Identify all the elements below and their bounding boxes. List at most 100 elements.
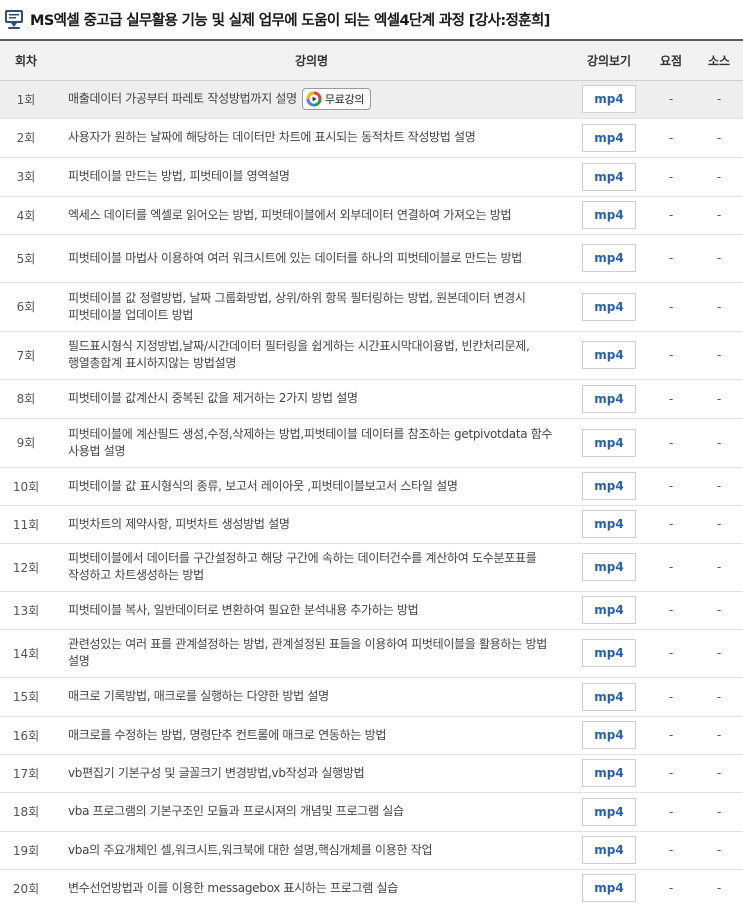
mp4-button[interactable]: mp4 [582,85,636,113]
mp4-button[interactable]: mp4 [582,553,636,581]
mp4-button[interactable]: mp4 [582,384,636,413]
lecture-title: vb편집기 기본구성 및 글꼴크기 변경방법,vb작성과 실행방법 [68,765,365,780]
source-cell: - [695,467,743,506]
mp4-button[interactable]: mp4 [582,682,636,711]
source-cell: - [695,118,743,158]
summary-cell: - [647,792,695,832]
mp4-button[interactable]: mp4 [582,596,636,624]
lecture-number: 18회 [0,792,52,832]
lecture-view-cell: mp4 [571,234,647,283]
mp4-button[interactable]: mp4 [582,428,636,457]
source-cell: - [695,234,743,283]
lecture-title: 사용자가 원하는 날짜에 해당하는 데이터만 차트에 표시되는 동적차트 작성방… [68,130,476,144]
lecture-number: 5회 [0,234,52,283]
source-cell: - [695,831,743,870]
mp4-button[interactable]: mp4 [582,510,636,538]
table-row: 7회 필드표시형식 지정방법,날짜/시간데이터 필터링을 쉽게하는 시간표시막대… [0,331,743,380]
table-row: 8회 피벗테이블 값계산시 중복된 값을 제거하는 2가지 방법 설명 mp4 … [0,379,743,419]
lecture-number: 2회 [0,118,52,158]
mp4-button[interactable]: mp4 [582,721,636,749]
table-row: 15회 매크로 기록방법, 매크로를 실행하는 다양한 방법 설명 mp4 - … [0,677,743,717]
table-row: 3회 피벗테이블 만드는 방법, 피벗테이블 영역설명 mp4 - - [0,157,743,197]
lecture-number: 12회 [0,543,52,592]
lecture-number: 7회 [0,331,52,380]
summary-cell: - [647,869,695,907]
lecture-title-cell: 매크로 기록방법, 매크로를 실행하는 다양한 방법 설명 [52,677,571,717]
source-cell: - [695,418,743,468]
lecture-number: 11회 [0,505,52,544]
source-cell: - [695,379,743,419]
lecture-title: 매크로를 수정하는 방법, 명령단추 컨트롤에 매크로 연동하는 방법 [68,727,387,742]
table-row: 17회 vb편집기 기본구성 및 글꼴크기 변경방법,vb작성과 실행방법 mp… [0,754,743,793]
lecture-title-cell: vb편집기 기본구성 및 글꼴크기 변경방법,vb작성과 실행방법 [52,754,571,793]
table-row: 6회 피벗테이블 값 정렬방법, 날짜 그룹화방법, 상위/하위 항목 필터링하… [0,282,743,332]
source-cell: - [695,282,743,332]
summary-cell: - [647,677,695,717]
lecture-title: 피벗테이블 만드는 방법, 피벗테이블 영역설명 [68,169,290,183]
free-lecture-button[interactable]: 무료강의 [301,88,372,110]
mp4-button[interactable]: mp4 [582,244,636,272]
header-source: 소스 [695,41,743,81]
lecture-number: 15회 [0,677,52,717]
lecture-list: 1회 매출데이터 가공부터 파레토 작성방법까지 설명 무료강의 mp4 - - … [0,80,743,907]
lecture-number: 4회 [0,196,52,235]
lecture-view-cell: mp4 [571,282,647,332]
summary-cell: - [647,118,695,158]
lecture-title: 피벗차트의 제약사항, 피벗차트 생성방법 설명 [68,516,290,531]
lecture-view-cell: mp4 [571,467,647,506]
lecture-number: 17회 [0,754,52,793]
lecture-title-cell: 피벗테이블 복사, 일반데이터로 변환하여 필요한 분석내용 추가하는 방법 [52,591,571,630]
summary-cell: - [647,196,695,235]
mp4-button[interactable]: mp4 [582,201,636,229]
lecture-title-cell: 피벗차트의 제약사항, 피벗차트 생성방법 설명 [52,505,571,544]
lecture-title: vba의 주요개체인 셀,워크시트,워크북에 대한 설명,핵심개체를 이용한 작… [68,842,433,857]
table-row: 1회 매출데이터 가공부터 파레토 작성방법까지 설명 무료강의 mp4 - - [0,80,743,119]
mp4-button[interactable]: mp4 [582,759,636,787]
mp4-button[interactable]: mp4 [582,472,636,500]
lecture-number: 1회 [0,80,52,119]
lecture-title-cell: vba의 주요개체인 셀,워크시트,워크북에 대한 설명,핵심개체를 이용한 작… [52,831,571,870]
lecture-title-cell: 매크로를 수정하는 방법, 명령단추 컨트롤에 매크로 연동하는 방법 [52,716,571,755]
lecture-title-cell: 피벗테이블 값 정렬방법, 날짜 그룹화방법, 상위/하위 항목 필터링하는 방… [52,282,571,332]
lecture-title-cell: 매출데이터 가공부터 파레토 작성방법까지 설명 무료강의 [52,80,571,119]
table-row: 4회 엑세스 데이터를 엑셀로 읽어오는 방법, 피벗테이블에서 외부데이터 연… [0,196,743,235]
lecture-title-cell: 사용자가 원하는 날짜에 해당하는 데이터만 차트에 표시되는 동적차트 작성방… [52,118,571,158]
table-row: 10회 피벗테이블 값 표시형식의 종류, 보고서 레이아웃 ,피벗테이블보고서… [0,467,743,506]
mp4-button[interactable]: mp4 [582,292,636,321]
lecture-view-cell: mp4 [571,418,647,468]
lecture-number: 20회 [0,869,52,907]
mp4-button[interactable]: mp4 [582,836,636,864]
summary-cell: - [647,282,695,332]
lecture-view-cell: mp4 [571,677,647,717]
summary-cell: - [647,331,695,380]
mp4-button[interactable]: mp4 [582,341,636,369]
summary-cell: - [647,418,695,468]
source-cell: - [695,677,743,717]
mp4-button[interactable]: mp4 [582,639,636,667]
mp4-button[interactable]: mp4 [582,123,636,152]
table-header-row: 회차 강의명 강의보기 요점 소스 [0,41,743,81]
source-cell: - [695,196,743,235]
mp4-button[interactable]: mp4 [582,797,636,826]
table-row: 18회 vba 프로그램의 기본구조인 모듈과 프로시져의 개념및 프로그램 실… [0,792,743,832]
lecture-title-cell: 피벗테이블 값계산시 중복된 값을 제거하는 2가지 방법 설명 [52,379,571,419]
lecture-number: 19회 [0,831,52,870]
summary-cell: - [647,591,695,630]
table-row: 11회 피벗차트의 제약사항, 피벗차트 생성방법 설명 mp4 - - [0,505,743,544]
lecture-view-cell: mp4 [571,792,647,832]
mp4-button[interactable]: mp4 [582,162,636,191]
lecture-view-cell: mp4 [571,831,647,870]
lecture-view-cell: mp4 [571,331,647,380]
lecture-table-container: 회차 강의명 강의보기 요점 소스 1회 매출데이터 가공부터 파레토 작성방법… [0,39,743,907]
source-cell: - [695,543,743,592]
lecture-number: 14회 [0,629,52,678]
source-cell: - [695,792,743,832]
lecture-number: 13회 [0,591,52,630]
lecture-view-cell: mp4 [571,754,647,793]
mp4-button[interactable]: mp4 [582,874,636,902]
lecture-title: 피벗테이블 마법사 이용하여 여러 워크시트에 있는 데이터를 하나의 피벗테이… [68,250,523,265]
lecture-number: 8회 [0,379,52,419]
source-cell: - [695,157,743,197]
lecture-view-cell: mp4 [571,80,647,119]
lecture-title: 매크로 기록방법, 매크로를 실행하는 다양한 방법 설명 [68,689,329,703]
